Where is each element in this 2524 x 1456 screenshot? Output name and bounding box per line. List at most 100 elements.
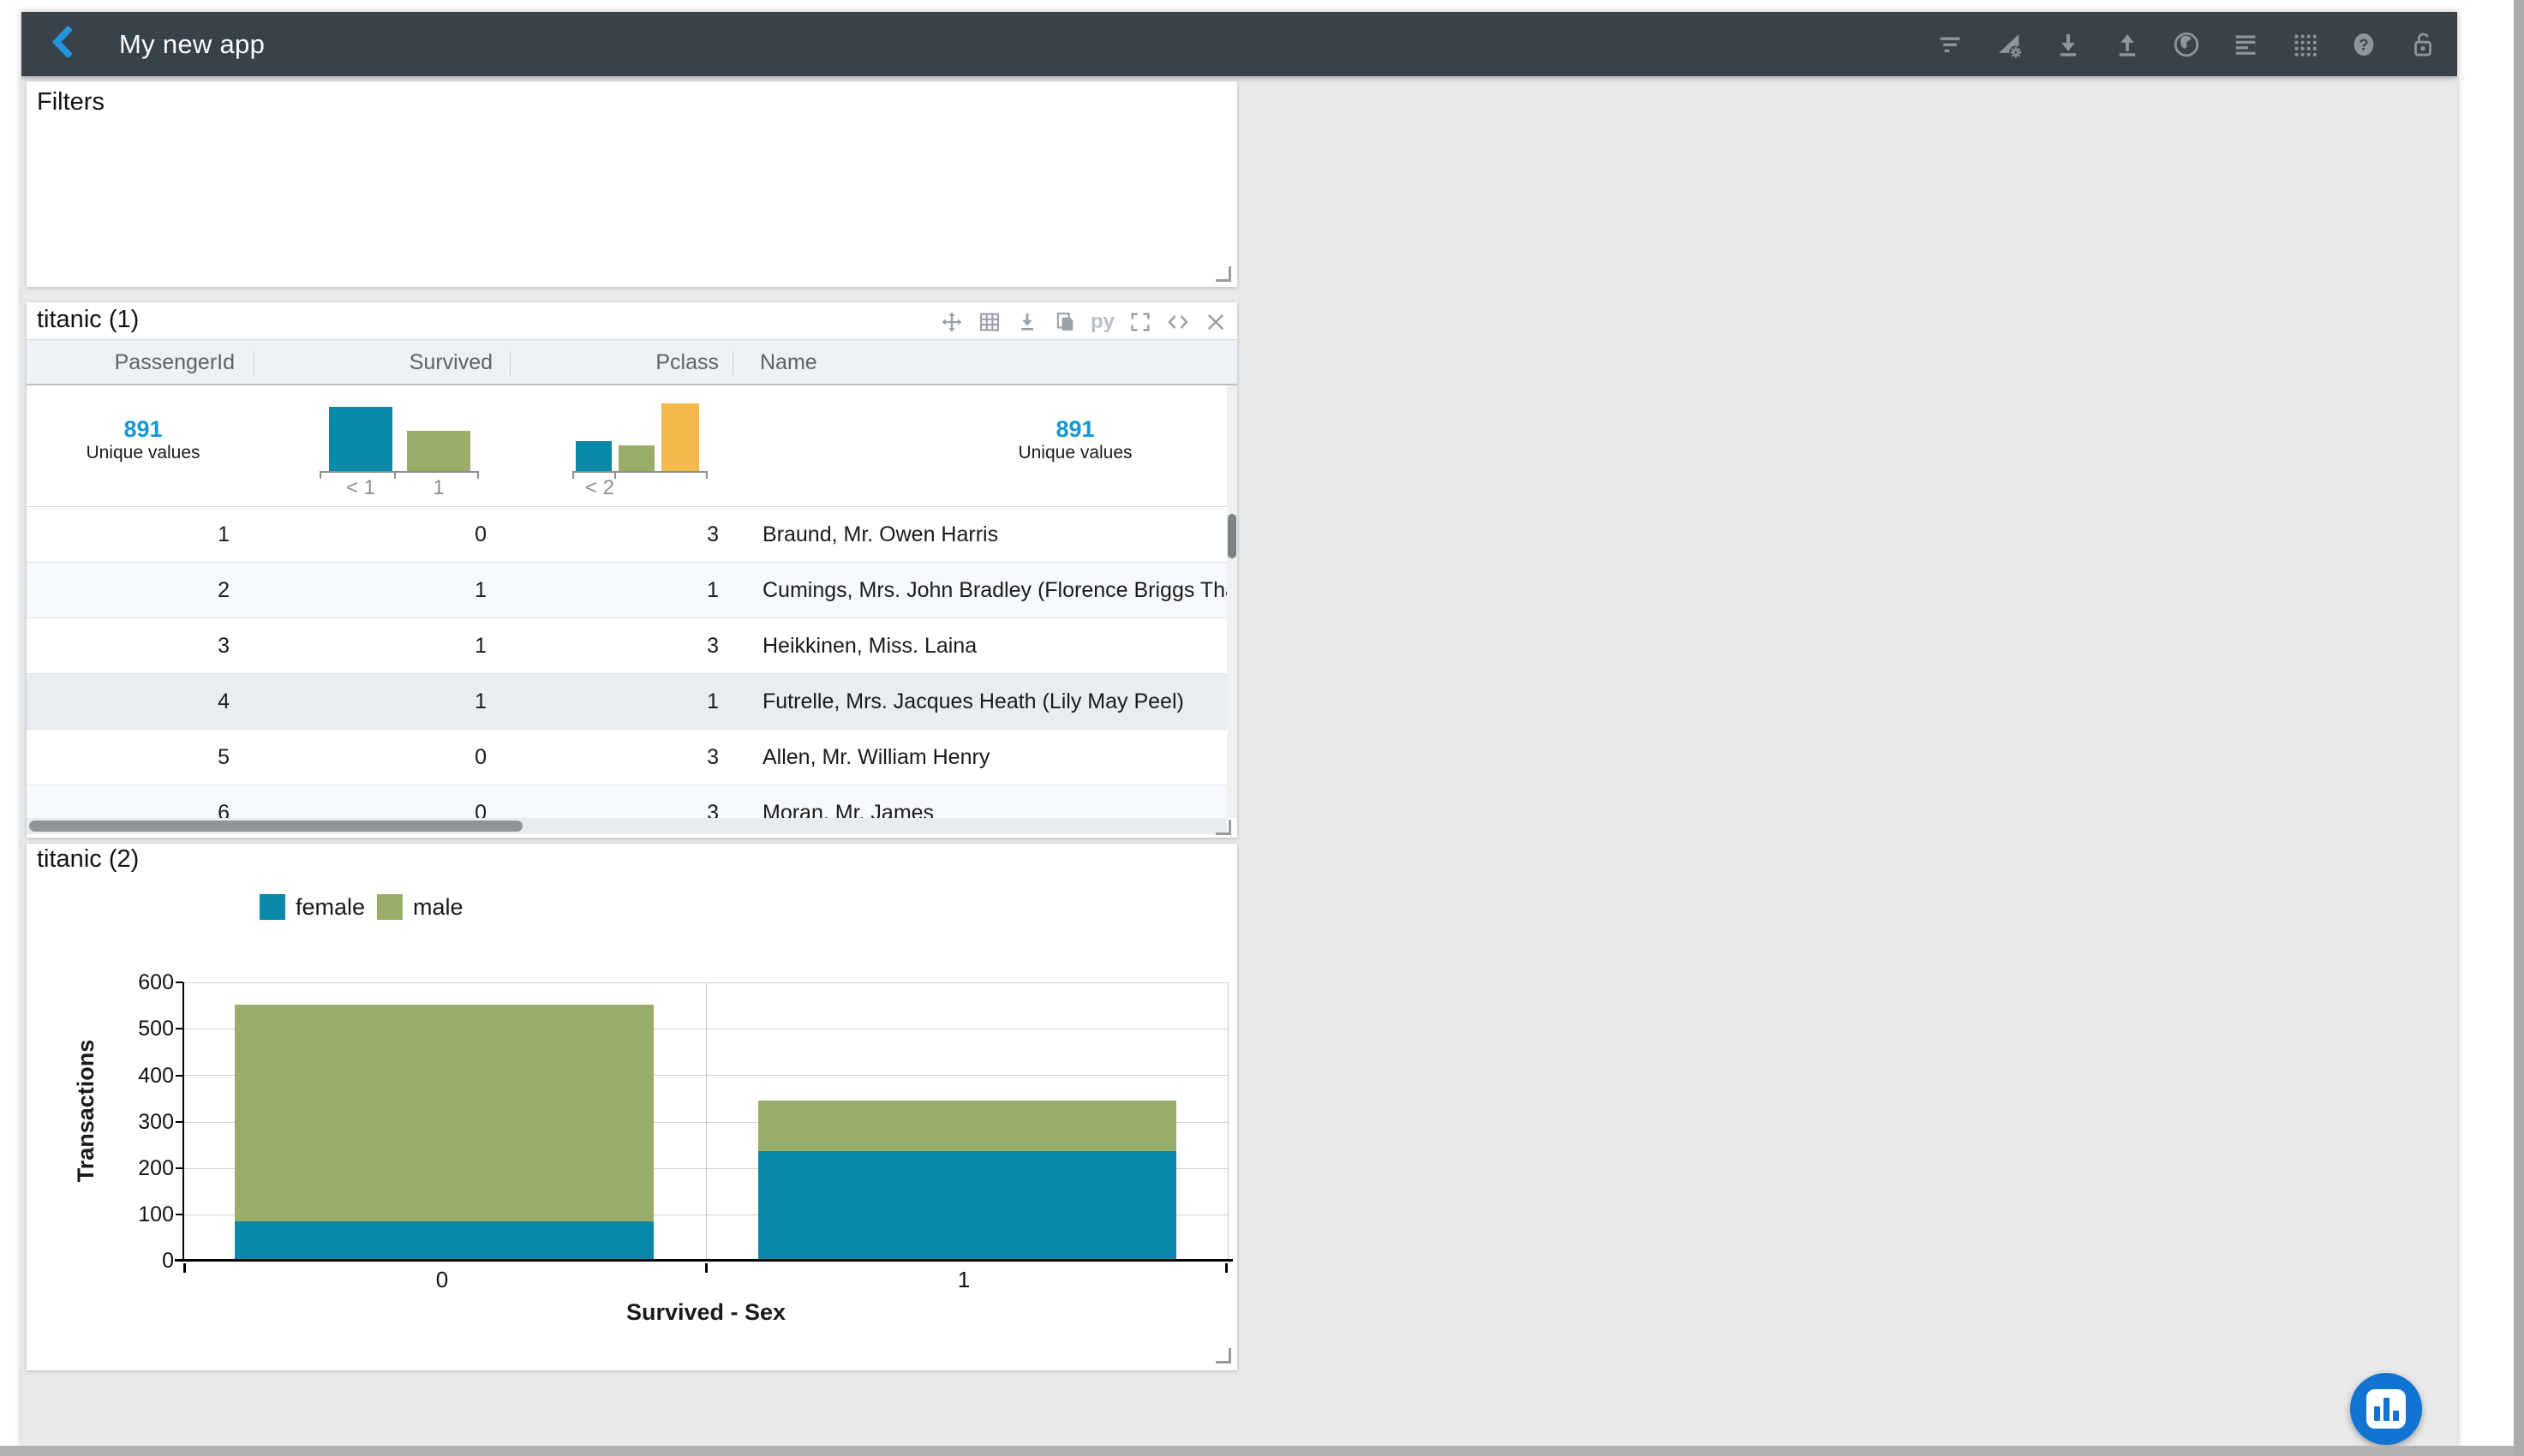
table-row[interactable]: 5 0 3 Allen, Mr. William Henry xyxy=(27,730,1227,785)
hist-bar xyxy=(661,403,699,471)
table-row[interactable]: 2 1 1 Cumings, Mrs. John Bradley (Floren… xyxy=(27,563,1227,618)
app-topbar: My new app ? xyxy=(21,12,2457,76)
table-view-icon[interactable] xyxy=(977,309,1002,335)
header-separator xyxy=(510,351,511,375)
filters-resize-handle[interactable] xyxy=(1216,266,1231,282)
stacked-bar-survived-0[interactable] xyxy=(235,982,654,1261)
bar-segment-male xyxy=(758,1101,1176,1151)
fullscreen-icon[interactable] xyxy=(1127,309,1153,335)
bar-chart-icon xyxy=(2366,1389,2406,1429)
close-icon[interactable] xyxy=(1203,309,1229,335)
pclass-hist-label-0: < 2 xyxy=(565,476,634,500)
cell-name: Moran, Mr. James xyxy=(733,785,1227,818)
hist-bar xyxy=(576,441,612,471)
chart-settings-icon[interactable] xyxy=(1994,29,2025,60)
passengerid-unique-label: Unique values xyxy=(57,442,229,463)
pclass-hist-axis xyxy=(572,471,708,473)
lock-open-icon[interactable] xyxy=(2407,29,2438,60)
table-horizontal-scrollbar xyxy=(27,818,1227,834)
column-header-name[interactable]: Name xyxy=(733,340,1227,385)
passengerid-unique-summary: 891 Unique values xyxy=(57,416,229,463)
table-body: 1 0 3 Braund, Mr. Owen Harris 2 1 1 Cumi… xyxy=(27,507,1227,818)
survived-hist-axis xyxy=(320,471,479,473)
cell-survived: 1 xyxy=(254,618,510,673)
y-tick-label: 300 xyxy=(37,1111,174,1133)
filters-title: Filters xyxy=(37,88,105,116)
browser-vertical-scrollbar[interactable] xyxy=(2514,0,2524,1456)
column-header-survived[interactable]: Survived xyxy=(254,340,510,385)
cell-passengerid: 2 xyxy=(27,563,254,618)
table-row[interactable]: 3 1 3 Heikkinen, Miss. Laina xyxy=(27,618,1227,674)
table-panel-toolbar: py xyxy=(939,309,1229,335)
upload-icon[interactable] xyxy=(2112,29,2143,60)
cell-survived: 0 xyxy=(254,507,510,562)
passengerid-unique-count: 891 xyxy=(57,416,229,442)
chart-panel-title: titanic (2) xyxy=(37,845,139,874)
legend-item-female[interactable]: female xyxy=(260,894,365,920)
table-resize-handle[interactable] xyxy=(1216,820,1231,835)
hist-bar xyxy=(329,407,392,471)
app-window: My new app ? xyxy=(21,12,2457,1446)
y-tick-label: 500 xyxy=(37,1017,174,1040)
back-button[interactable] xyxy=(47,26,85,63)
cell-survived: 0 xyxy=(254,730,510,785)
chart-resize-handle[interactable] xyxy=(1216,1348,1231,1364)
stacked-bar-survived-1[interactable] xyxy=(758,982,1176,1261)
python-icon[interactable]: py xyxy=(1090,309,1115,335)
table-vscroll-thumb[interactable] xyxy=(1228,514,1236,558)
table-panel-title: titanic (1) xyxy=(37,306,139,334)
table-row[interactable]: 1 0 3 Braund, Mr. Owen Harris xyxy=(27,507,1227,563)
copy-icon[interactable] xyxy=(1052,309,1078,335)
cell-pclass: 1 xyxy=(510,563,733,618)
cell-name: Heikkinen, Miss. Laina xyxy=(733,618,1227,673)
cell-passengerid: 1 xyxy=(27,507,254,562)
download-icon[interactable] xyxy=(2053,29,2084,60)
text-lines-icon[interactable] xyxy=(2230,29,2261,60)
table-vertical-scrollbar xyxy=(1227,385,1237,818)
x-category-label-0: 0 xyxy=(408,1267,476,1293)
topbar-toolbar: ? xyxy=(1935,29,2438,60)
filters-panel: Filters xyxy=(27,81,1237,287)
code-icon[interactable] xyxy=(1165,309,1191,335)
bar-segment-female xyxy=(758,1151,1176,1259)
table-row-selected[interactable]: 4 1 1 Futrelle, Mrs. Jacques Heath (Lily… xyxy=(27,674,1227,730)
x-category-label-1: 1 xyxy=(930,1267,998,1293)
move-icon[interactable] xyxy=(939,309,965,335)
cell-passengerid: 4 xyxy=(27,674,254,729)
table-panel: titanic (1) py xyxy=(27,302,1237,838)
survived-histogram xyxy=(320,385,479,471)
globe-icon[interactable] xyxy=(2171,29,2202,60)
y-tick-label: 200 xyxy=(37,1157,174,1179)
legend-item-male[interactable]: male xyxy=(377,894,464,920)
cell-survived: 1 xyxy=(254,563,510,618)
filter-icon[interactable] xyxy=(1935,29,1965,60)
browser-horizontal-scrollbar[interactable] xyxy=(0,1446,2514,1456)
x-axis-line xyxy=(175,1259,1233,1262)
survived-hist-label-1: 1 xyxy=(404,476,473,500)
cell-name: Braund, Mr. Owen Harris xyxy=(733,507,1227,562)
pclass-histogram xyxy=(572,385,708,471)
column-header-pclass[interactable]: Pclass xyxy=(510,340,733,385)
column-header-passengerid[interactable]: PassengerId xyxy=(27,340,254,385)
x-tick-mark xyxy=(1225,1263,1228,1273)
cell-name: Cumings, Mrs. John Bradley (Florence Bri… xyxy=(733,563,1227,618)
download-table-icon[interactable] xyxy=(1014,309,1040,335)
add-chart-fab[interactable] xyxy=(2350,1373,2422,1445)
legend-label: female xyxy=(296,894,365,920)
cell-survived: 0 xyxy=(254,785,510,818)
chart-panel: titanic (2) female male Transactions 600… xyxy=(27,844,1237,1370)
category-divider xyxy=(706,982,707,1261)
female-swatch xyxy=(260,894,285,920)
name-unique-summary: 891 Unique values xyxy=(990,416,1161,463)
table-row[interactable]: 6 0 3 Moran, Mr. James xyxy=(27,785,1227,818)
table-hscroll-thumb[interactable] xyxy=(29,820,523,832)
male-swatch xyxy=(377,894,403,920)
survived-hist-label-0: < 1 xyxy=(326,476,395,500)
plot-area xyxy=(182,982,1229,1261)
grid-dots-icon[interactable] xyxy=(2289,29,2320,60)
table-summary-row: 891 Unique values < 1 1 < 2 891 Unique v… xyxy=(27,385,1237,507)
hist-bar xyxy=(619,445,655,471)
name-unique-label: Unique values xyxy=(990,442,1161,463)
help-icon[interactable]: ? xyxy=(2348,29,2379,60)
y-tick-label: 600 xyxy=(37,971,174,994)
